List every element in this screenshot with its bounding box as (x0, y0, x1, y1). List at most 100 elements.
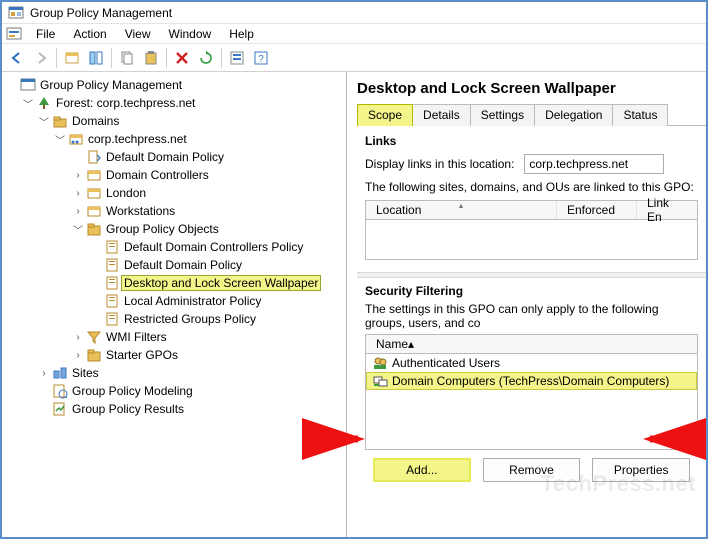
toolbar-separator (221, 48, 222, 68)
forest-icon (36, 95, 52, 111)
tree-london[interactable]: › London (72, 184, 346, 202)
expand-icon[interactable]: ﹀ (38, 114, 50, 129)
menu-action[interactable]: Action (65, 25, 114, 43)
tree-modeling[interactable]: Group Policy Modeling (38, 382, 346, 400)
tab-details[interactable]: Details (412, 104, 471, 126)
expand-icon[interactable]: › (72, 170, 84, 181)
tree-gpo-item[interactable]: Default Domain Controllers Policy (90, 238, 346, 256)
tree-label: Group Policy Management (38, 78, 184, 92)
tree-label: Default Domain Policy (104, 150, 226, 164)
tree-sites[interactable]: › Sites (38, 364, 346, 382)
tree-label: Restricted Groups Policy (122, 312, 258, 326)
tree-label: corp.techpress.net (86, 132, 189, 146)
tree-gpo-item[interactable]: Restricted Groups Policy (90, 310, 346, 328)
expand-icon[interactable]: › (72, 206, 84, 217)
remove-button[interactable]: Remove (483, 458, 581, 482)
new-window-button[interactable] (61, 47, 83, 69)
tree-domains[interactable]: ﹀ Domains (38, 112, 346, 130)
tab-delegation[interactable]: Delegation (534, 104, 613, 126)
page-title: Desktop and Lock Screen Wallpaper (357, 80, 706, 97)
tree-label: Domain Controllers (104, 168, 211, 182)
expand-icon[interactable]: ﹀ (54, 132, 66, 147)
tree-label: Workstations (104, 204, 177, 218)
col-name[interactable]: Name▴ (366, 337, 697, 351)
tree-forest[interactable]: ﹀ Forest: corp.techpress.net (22, 94, 346, 112)
links-list-header: Location▴ Enforced Link En (365, 200, 698, 220)
tree-starter-gpos[interactable]: › Starter GPOs (72, 346, 346, 364)
menu-view[interactable]: View (117, 25, 159, 43)
security-filtering-section: Security Filtering The settings in this … (357, 280, 706, 488)
pane-divider[interactable] (357, 272, 706, 278)
properties-button[interactable]: Properties (592, 458, 690, 482)
links-list-body[interactable] (365, 220, 698, 260)
tree-label: Default Domain Controllers Policy (122, 240, 305, 254)
tree-workstations[interactable]: › Workstations (72, 202, 346, 220)
tree-results[interactable]: Group Policy Results (38, 400, 346, 418)
col-location[interactable]: Location▴ (366, 201, 557, 219)
toolbar-separator (111, 48, 112, 68)
show-hide-button[interactable] (85, 47, 107, 69)
ou-icon (86, 167, 102, 183)
col-link-enabled[interactable]: Link En (637, 201, 697, 219)
gpo-icon (104, 239, 120, 255)
security-row-auth-users[interactable]: Authenticated Users (366, 354, 697, 372)
expand-icon[interactable]: › (72, 350, 84, 361)
tree-wmi-filters[interactable]: › WMI Filters (72, 328, 346, 346)
tree-gpo-folder[interactable]: ﹀ Group Policy Objects (72, 220, 346, 238)
ou-icon (86, 185, 102, 201)
tree-label: London (104, 186, 148, 200)
menu-window[interactable]: Window (161, 25, 220, 43)
col-enforced[interactable]: Enforced (557, 201, 637, 219)
add-button[interactable]: Add... (373, 458, 471, 482)
tree-domain[interactable]: ﹀ corp.techpress.net (54, 130, 346, 148)
security-row-domain-computers[interactable]: Domain Computers (TechPress\Domain Compu… (366, 372, 697, 390)
tree-gpo-item[interactable]: Default Domain Policy (90, 256, 346, 274)
titlebar: Group Policy Management (2, 2, 706, 24)
tab-settings[interactable]: Settings (470, 104, 535, 126)
main-split: Group Policy Management ﹀ Forest: corp.t… (2, 72, 706, 537)
properties-button[interactable] (226, 47, 248, 69)
tree-gpo-item[interactable]: Local Administrator Policy (90, 292, 346, 310)
paste-button[interactable] (140, 47, 162, 69)
tree-label: Domains (70, 114, 121, 128)
tree-pane: Group Policy Management ﹀ Forest: corp.t… (2, 72, 347, 537)
tree-default-domain-policy[interactable]: Default Domain Policy (72, 148, 346, 166)
expand-icon[interactable]: › (72, 188, 84, 199)
links-location-input[interactable] (524, 154, 664, 174)
tree-label: WMI Filters (104, 330, 169, 344)
copy-button[interactable] (116, 47, 138, 69)
menu-help[interactable]: Help (221, 25, 262, 43)
tab-row: Scope Details Settings Delegation Status (357, 103, 706, 126)
refresh-button[interactable] (195, 47, 217, 69)
gpo-icon (104, 311, 120, 327)
toolbar-separator (56, 48, 57, 68)
tree-label: Group Policy Results (70, 402, 186, 416)
tree-label: Group Policy Objects (104, 222, 221, 236)
results-icon (52, 401, 68, 417)
gpm-icon (20, 77, 36, 93)
tree-label: Local Administrator Policy (122, 294, 263, 308)
tree-domain-controllers[interactable]: › Domain Controllers (72, 166, 346, 184)
computer-group-icon (372, 373, 388, 389)
links-section: Links Display links in this location: Th… (357, 126, 706, 266)
links-desc: The following sites, domains, and OUs ar… (365, 180, 698, 194)
expand-icon[interactable]: › (38, 368, 50, 379)
security-list-body[interactable]: Authenticated Users Domain Computers (Te… (365, 354, 698, 450)
tab-scope[interactable]: Scope (357, 104, 413, 126)
expand-icon[interactable]: ﹀ (22, 96, 34, 111)
forward-button[interactable] (30, 47, 52, 69)
tree-root[interactable]: Group Policy Management (6, 76, 346, 94)
menubar: File Action View Window Help (2, 24, 706, 44)
folder-icon (86, 347, 102, 363)
back-button[interactable] (6, 47, 28, 69)
menu-file[interactable]: File (28, 25, 63, 43)
modeling-icon (52, 383, 68, 399)
expand-icon[interactable]: › (72, 332, 84, 343)
window-title: Group Policy Management (30, 6, 172, 20)
help-button[interactable]: ? (250, 47, 272, 69)
delete-button[interactable] (171, 47, 193, 69)
expand-icon[interactable]: ﹀ (72, 222, 84, 237)
tree-gpo-item-selected[interactable]: Desktop and Lock Screen Wallpaper (90, 274, 346, 292)
tab-status[interactable]: Status (612, 104, 668, 126)
svg-text:?: ? (258, 54, 264, 65)
